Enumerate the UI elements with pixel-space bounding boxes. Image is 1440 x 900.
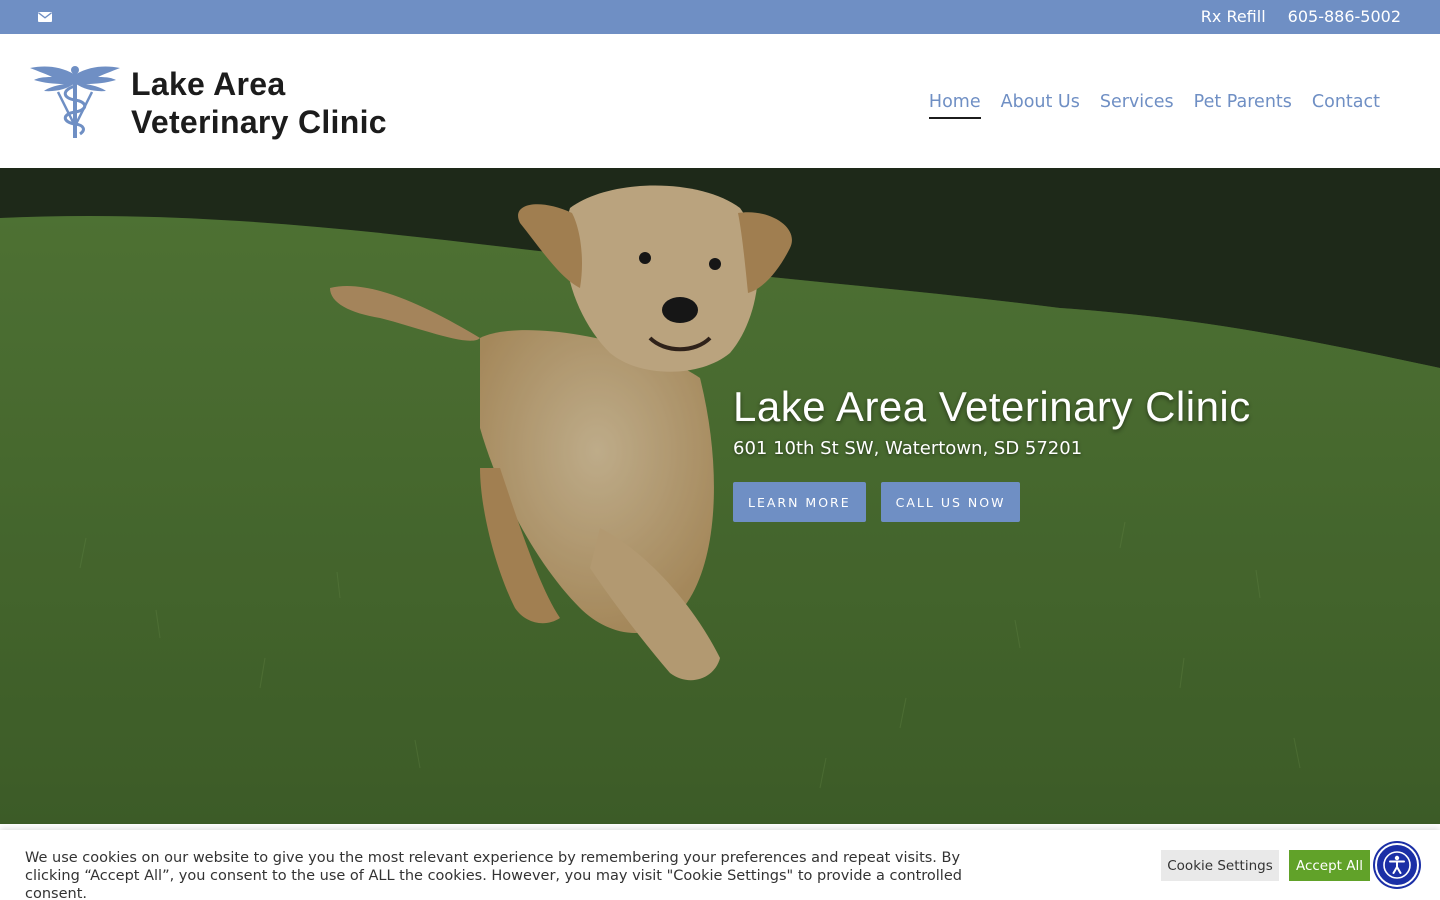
brand-line-2: Veterinary Clinic [131, 104, 387, 140]
brand-line-1: Lake Area [131, 66, 286, 102]
learn-more-button[interactable]: LEARN MORE [733, 482, 866, 522]
accessibility-button[interactable] [1375, 843, 1419, 887]
brand-name[interactable]: Lake Area Veterinary Clinic [131, 65, 387, 141]
cookie-consent-text: We use cookies on our website to give yo… [25, 850, 962, 900]
main-nav: Home About Us Services Pet Parents Conta… [928, 91, 1380, 119]
phone-link[interactable]: 605-886-5002 [1288, 0, 1401, 36]
hero-buttons: LEARN MORE CALL US NOW [733, 482, 1251, 522]
nav-item-about-us[interactable]: About Us [1001, 91, 1080, 119]
caduceus-logo-icon[interactable] [30, 64, 120, 140]
top-bar: Rx Refill 605-886-5002 [0, 0, 1440, 34]
accessibility-icon [1383, 851, 1411, 879]
envelope-icon[interactable] [38, 12, 52, 22]
hero-banner: Lake Area Veterinary Clinic 601 10th St … [0, 168, 1440, 824]
nav-item-home[interactable]: Home [928, 91, 981, 119]
cookie-settings-button[interactable]: Cookie Settings [1161, 850, 1279, 881]
nav-item-pet-parents[interactable]: Pet Parents [1194, 91, 1292, 119]
site-header: Lake Area Veterinary Clinic Home About U… [0, 34, 1440, 168]
rx-refill-link[interactable]: Rx Refill [1201, 0, 1266, 36]
cookie-banner: We use cookies on our website to give yo… [0, 830, 1440, 900]
nav-item-services[interactable]: Services [1100, 91, 1174, 119]
call-us-now-button[interactable]: CALL US NOW [880, 482, 1021, 522]
accept-all-button[interactable]: Accept All [1289, 850, 1370, 881]
hero-content: Lake Area Veterinary Clinic 601 10th St … [733, 382, 1251, 522]
hero-title: Lake Area Veterinary Clinic [733, 383, 1251, 430]
nav-item-contact[interactable]: Contact [1312, 91, 1380, 119]
hero-address: 601 10th St SW, Watertown, SD 57201 [733, 438, 1083, 459]
